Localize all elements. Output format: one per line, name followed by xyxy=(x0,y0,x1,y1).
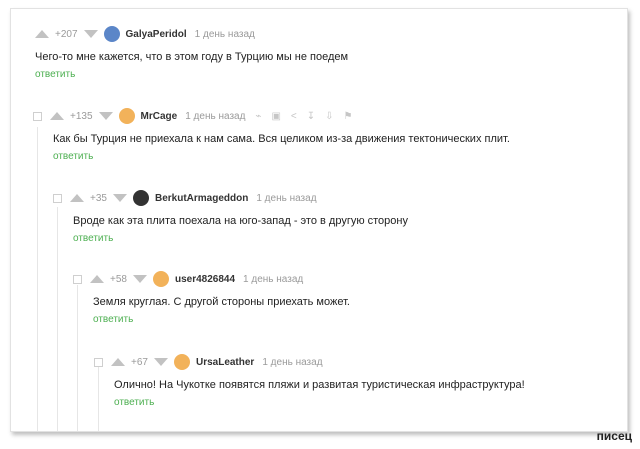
avatar[interactable] xyxy=(103,26,120,42)
collapse-toggle[interactable] xyxy=(94,357,103,367)
comment: +35 BerkutArmageddon 1 день назад Вроде … xyxy=(53,187,408,244)
avatar[interactable] xyxy=(173,354,190,370)
reply-link[interactable]: ответить xyxy=(53,151,510,162)
comment-rating: +207 xyxy=(55,28,78,40)
share-icon[interactable]: < xyxy=(291,111,297,122)
upvote-icon[interactable] xyxy=(111,358,125,366)
comment-text: Вроде как эта плита поехала на юго-запад… xyxy=(73,215,408,227)
comment-date: 1 день назад xyxy=(256,192,317,204)
comment-text: Земля круглая. С другой стороны приехать… xyxy=(93,296,350,308)
comment: +67 UrsaLeather 1 день назад Олично! На … xyxy=(94,351,525,408)
upvote-icon[interactable] xyxy=(50,112,64,120)
reply-link[interactable]: ответить xyxy=(93,314,350,325)
downvote-icon[interactable] xyxy=(112,194,127,202)
collapse-toggle[interactable] xyxy=(33,111,42,121)
comment-rating: +67 xyxy=(131,356,148,368)
author-nick[interactable]: GalyaPeridol xyxy=(126,29,187,40)
comment-rating: +58 xyxy=(110,273,127,285)
reply-link[interactable]: ответить xyxy=(114,397,525,408)
save-icon[interactable]: ▣ xyxy=(271,111,280,122)
reply-link[interactable]: ответить xyxy=(35,69,348,80)
thread-line xyxy=(37,127,38,431)
author-nick[interactable]: BerkutArmageddon xyxy=(155,193,248,204)
comment-date: 1 день назад xyxy=(185,110,246,122)
downvote-icon[interactable] xyxy=(98,112,113,120)
comment-date: 1 день назад xyxy=(262,356,323,368)
author-nick[interactable]: UrsaLeather xyxy=(196,357,254,368)
comment-date: 1 день назад xyxy=(243,273,304,285)
collapse-toggle[interactable] xyxy=(73,274,82,284)
downvote-icon[interactable] xyxy=(132,275,147,283)
author-nick[interactable]: MrCage xyxy=(141,111,178,122)
pin-icon[interactable]: ↧ xyxy=(307,111,315,122)
comment-text: Как бы Турция не приехала к нам сама. Вс… xyxy=(53,133,510,145)
link-icon[interactable]: ⌁ xyxy=(255,111,261,122)
avatar[interactable] xyxy=(118,108,135,124)
reply-link[interactable]: ответить xyxy=(73,233,408,244)
watermark-label: писец xyxy=(596,429,632,443)
downvote-icon[interactable] xyxy=(83,30,98,38)
comment-text: Чего-то мне кажется, что в этом году в Т… xyxy=(35,51,349,63)
upvote-icon[interactable] xyxy=(35,30,49,38)
avatar[interactable] xyxy=(132,190,149,206)
flag-icon[interactable]: ⚑ xyxy=(344,111,353,122)
comment-date: 1 день назад xyxy=(194,28,255,40)
comment-tools: ⌁ ▣ < ↧ ⇩ ⚑ xyxy=(255,111,352,122)
upvote-icon[interactable] xyxy=(70,194,84,202)
avatar[interactable] xyxy=(152,271,169,287)
author-nick[interactable]: user4826844 xyxy=(175,274,235,285)
comment: +135 MrCage 1 день назад ⌁ ▣ < ↧ ⇩ ⚑ Как… xyxy=(33,105,510,162)
comments-panel: +207 GalyaPeridol 1 день назад Чего-то м… xyxy=(10,8,628,432)
comment: +58 user4826844 1 день назад Земля кругл… xyxy=(73,268,350,325)
collapse-toggle[interactable] xyxy=(53,193,62,203)
comment: +207 GalyaPeridol 1 день назад Чего-то м… xyxy=(35,23,348,80)
comment-text: Олично! На Чукотке появятся пляжи и разв… xyxy=(114,379,525,391)
upvote-icon[interactable] xyxy=(90,275,104,283)
down-arrow-icon[interactable]: ⇩ xyxy=(325,111,333,122)
comment-rating: +135 xyxy=(70,110,93,122)
comment-rating: +35 xyxy=(90,192,107,204)
downvote-icon[interactable] xyxy=(153,358,168,366)
